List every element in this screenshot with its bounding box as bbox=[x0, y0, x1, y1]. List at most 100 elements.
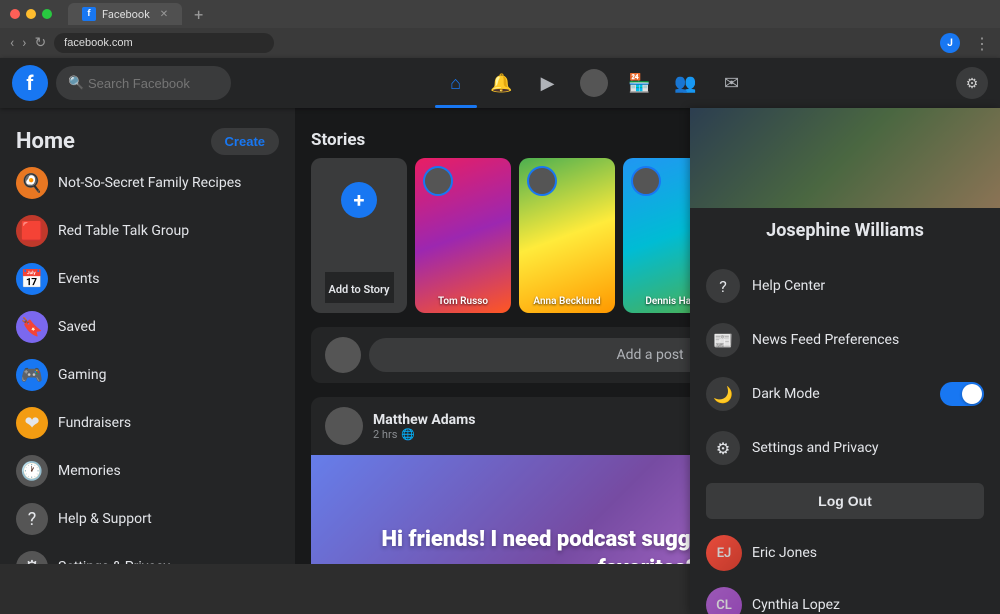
close-dot[interactable] bbox=[10, 9, 20, 19]
search-wrapper: 🔍 bbox=[48, 66, 231, 100]
reload-button[interactable]: ↻ bbox=[34, 35, 46, 51]
post-time: 2 hrs bbox=[373, 428, 397, 441]
settings-privacy-item[interactable]: ⚙ Settings and Privacy bbox=[690, 421, 1000, 475]
friend-label-eric: Eric Jones bbox=[752, 545, 817, 561]
story-name-tom: Tom Russo bbox=[415, 296, 511, 307]
settings-icon: ⚙ bbox=[16, 551, 48, 564]
friend-avatar-cynthia: CL bbox=[706, 587, 742, 614]
profile-user-name: Josephine Williams bbox=[766, 220, 924, 241]
help-center-icon: ? bbox=[706, 269, 740, 303]
video-nav-button[interactable]: ▶ bbox=[527, 62, 569, 104]
browser-titlebar: f Facebook ✕ + bbox=[0, 0, 1000, 28]
create-button[interactable]: Create bbox=[211, 128, 279, 155]
friend-item-cynthia[interactable]: CL Cynthia Lopez bbox=[690, 579, 1000, 614]
shop-nav-button[interactable]: 🏪 bbox=[619, 62, 661, 104]
settings-privacy-label: Settings and Privacy bbox=[752, 440, 879, 456]
story-tom-russo[interactable]: Tom Russo bbox=[415, 158, 511, 313]
post-privacy-icon: 🌐 bbox=[401, 428, 415, 441]
sidebar-item-settings[interactable]: ⚙ Settings & Privacy bbox=[0, 543, 295, 564]
sidebar-item-events[interactable]: 📅 Events bbox=[0, 255, 295, 303]
story-avatar-dennis bbox=[631, 166, 661, 196]
friend-item-eric[interactable]: EJ Eric Jones bbox=[690, 527, 1000, 579]
sidebar-item-help[interactable]: ? Help & Support bbox=[0, 495, 295, 543]
fundraisers-icon: ❤ bbox=[16, 407, 48, 439]
toggle-thumb bbox=[962, 384, 982, 404]
address-bar[interactable] bbox=[54, 33, 274, 53]
help-center-item[interactable]: ? Help Center bbox=[690, 259, 1000, 313]
new-tab-button[interactable]: + bbox=[194, 5, 203, 24]
story-anna-becklund[interactable]: Anna Becklund bbox=[519, 158, 615, 313]
bell-nav-button[interactable]: 🔔 bbox=[481, 62, 523, 104]
gaming-icon: 🎮 bbox=[16, 359, 48, 391]
browser-profile[interactable]: J bbox=[940, 33, 960, 53]
settings-privacy-icon: ⚙ bbox=[706, 431, 740, 465]
profile-cover-photo bbox=[690, 108, 1000, 208]
sidebar-label-family-recipes: Not-So-Secret Family Recipes bbox=[58, 175, 241, 191]
minimize-dot[interactable] bbox=[26, 9, 36, 19]
sidebar-item-red-table[interactable]: 🟥 Red Table Talk Group bbox=[0, 207, 295, 255]
sidebar-item-fundraisers[interactable]: ❤ Fundraisers bbox=[0, 399, 295, 447]
facebook-logo: f bbox=[12, 65, 48, 101]
friend-label-cynthia: Cynthia Lopez bbox=[752, 597, 840, 613]
dark-mode-icon: 🌙 bbox=[706, 377, 740, 411]
sidebar-item-memories[interactable]: 🕐 Memories bbox=[0, 447, 295, 495]
profile-header-content: Josephine Williams bbox=[690, 208, 1000, 259]
news-feed-item[interactable]: 📰 News Feed Preferences bbox=[690, 313, 1000, 367]
help-center-label: Help Center bbox=[752, 278, 825, 294]
sidebar-label-saved: Saved bbox=[58, 319, 96, 335]
dark-mode-row: 🌙 Dark Mode bbox=[690, 367, 1000, 421]
browser-chrome: f Facebook ✕ + ‹ › ↻ J ⋮ bbox=[0, 0, 1000, 58]
friend-avatar-eric: EJ bbox=[706, 535, 742, 571]
add-to-story-card[interactable]: + Add to Story bbox=[311, 158, 407, 313]
sidebar-label-help: Help & Support bbox=[58, 511, 152, 527]
story-name-anna: Anna Becklund bbox=[519, 296, 615, 307]
browser-tab[interactable]: f Facebook ✕ bbox=[68, 3, 182, 25]
back-button[interactable]: ‹ bbox=[10, 35, 14, 51]
sidebar-title: Home bbox=[16, 129, 75, 154]
home-nav-button[interactable]: ⌂ bbox=[435, 62, 477, 104]
profile-dropdown-panel: Josephine Williams ? Help Center 📰 News … bbox=[690, 108, 1000, 614]
news-feed-icon: 📰 bbox=[706, 323, 740, 357]
browser-menu-icon[interactable]: ⋮ bbox=[974, 34, 990, 53]
topnav-center: ⌂ 🔔 ▶ 🏪 👥 ✉ bbox=[435, 62, 753, 104]
browser-addressbar: ‹ › ↻ J ⋮ bbox=[0, 28, 1000, 58]
family-recipes-icon: 🍳 bbox=[16, 167, 48, 199]
sidebar-label-gaming: Gaming bbox=[58, 367, 106, 383]
saved-icon: 🔖 bbox=[16, 311, 48, 343]
messenger-nav-button[interactable]: ✉ bbox=[711, 62, 753, 104]
topnav-right: ⚙ bbox=[956, 67, 988, 99]
sidebar-header: Home Create bbox=[0, 116, 295, 159]
dark-mode-label: Dark Mode bbox=[752, 386, 820, 402]
add-story-label: Add to Story bbox=[329, 283, 390, 296]
sidebar-item-saved[interactable]: 🔖 Saved bbox=[0, 303, 295, 351]
news-feed-label: News Feed Preferences bbox=[752, 332, 899, 348]
tab-favicon: f bbox=[82, 7, 96, 21]
search-icon: 🔍 bbox=[68, 76, 84, 91]
tab-close-icon[interactable]: ✕ bbox=[160, 9, 168, 20]
story-avatar-anna bbox=[527, 166, 557, 196]
memories-icon: 🕐 bbox=[16, 455, 48, 487]
dark-mode-toggle[interactable] bbox=[940, 382, 984, 406]
avatar-nav-button[interactable] bbox=[573, 62, 615, 104]
sidebar-label-events: Events bbox=[58, 271, 99, 287]
sidebar-item-family-recipes[interactable]: 🍳 Not-So-Secret Family Recipes bbox=[0, 159, 295, 207]
logout-button[interactable]: Log Out bbox=[706, 483, 984, 519]
left-sidebar: Home Create 🍳 Not-So-Secret Family Recip… bbox=[0, 58, 295, 564]
red-table-icon: 🟥 bbox=[16, 215, 48, 247]
tab-title: Facebook bbox=[102, 8, 150, 21]
stories-title: Stories bbox=[311, 130, 365, 150]
sidebar-label-memories: Memories bbox=[58, 463, 121, 479]
events-icon: 📅 bbox=[16, 263, 48, 295]
facebook-app: f 🔍 ⌂ 🔔 ▶ 🏪 👥 ✉ ⚙ Home Create 🍳 Not-S bbox=[0, 58, 1000, 564]
create-post-avatar bbox=[325, 337, 361, 373]
help-icon: ? bbox=[16, 503, 48, 535]
settings-gear-button[interactable]: ⚙ bbox=[956, 67, 988, 99]
maximize-dot[interactable] bbox=[42, 9, 52, 19]
forward-button[interactable]: › bbox=[22, 35, 26, 51]
sidebar-label-red-table: Red Table Talk Group bbox=[58, 223, 189, 239]
add-story-plus-icon: + bbox=[341, 182, 377, 218]
groups-nav-button[interactable]: 👥 bbox=[665, 62, 707, 104]
story-avatar-tom bbox=[423, 166, 453, 196]
sidebar-item-gaming[interactable]: 🎮 Gaming bbox=[0, 351, 295, 399]
top-navigation: f 🔍 ⌂ 🔔 ▶ 🏪 👥 ✉ ⚙ bbox=[0, 58, 1000, 108]
